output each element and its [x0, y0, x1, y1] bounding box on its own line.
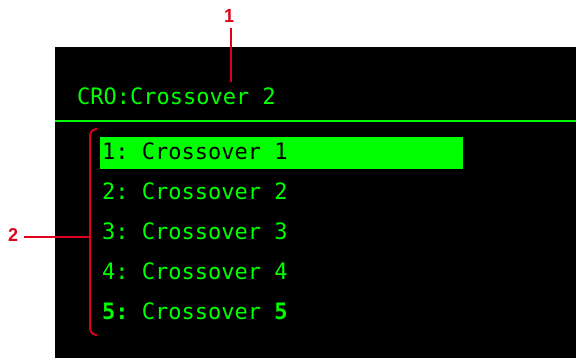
- menu-item[interactable]: 4: Crossover 4: [100, 257, 463, 289]
- screen-title: CRO:Crossover 2: [77, 85, 276, 110]
- callout-2-bracket: [89, 128, 97, 336]
- lcd-screen: CRO:Crossover 2 1: Crossover 1 2: Crosso…: [55, 47, 576, 358]
- item-number: 2:: [102, 180, 129, 205]
- callout-2-label: 2: [8, 225, 19, 245]
- menu-item[interactable]: 2: Crossover 2: [100, 177, 463, 209]
- menu-item[interactable]: 3: Crossover 3: [100, 217, 463, 249]
- title-divider: [55, 120, 576, 122]
- callout-2-line: [24, 236, 90, 238]
- item-number: 5:: [102, 300, 129, 325]
- item-suffix: 2: [274, 180, 288, 205]
- item-suffix: 1: [274, 140, 288, 165]
- item-suffix: 5: [274, 300, 288, 325]
- callout-1-line: [230, 28, 232, 82]
- item-label: Crossover: [141, 140, 261, 165]
- item-suffix: 3: [274, 220, 288, 245]
- crossover-menu: 1: Crossover 1 2: Crossover 2 3: Crossov…: [100, 137, 463, 337]
- menu-item[interactable]: 5: Crossover 5: [100, 297, 463, 329]
- item-number: 4:: [102, 260, 129, 285]
- item-label: Crossover: [141, 180, 261, 205]
- callout-1-label: 1: [224, 6, 235, 26]
- item-number: 3:: [102, 220, 129, 245]
- item-suffix: 4: [274, 260, 288, 285]
- item-number: 1:: [102, 140, 129, 165]
- item-label: Crossover: [141, 300, 261, 325]
- item-label: Crossover: [141, 260, 261, 285]
- menu-item[interactable]: 1: Crossover 1: [100, 137, 463, 169]
- item-label: Crossover: [141, 220, 261, 245]
